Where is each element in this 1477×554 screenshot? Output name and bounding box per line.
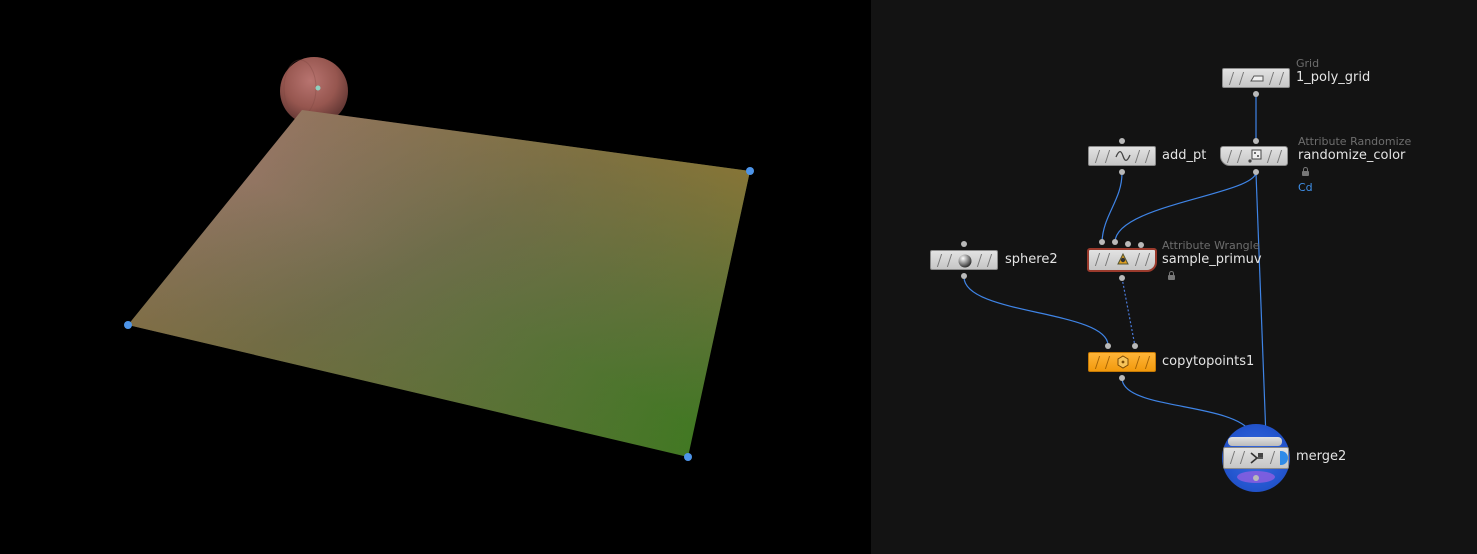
merge-node-name: merge2 bbox=[1296, 449, 1347, 464]
merge-input-bar[interactable] bbox=[1228, 437, 1282, 446]
randomize-attribute-tag: Cd bbox=[1298, 181, 1313, 194]
grid-node-name: 1_poly_grid bbox=[1296, 70, 1371, 85]
input-port[interactable] bbox=[1105, 343, 1111, 349]
input-port[interactable] bbox=[1253, 138, 1259, 144]
lock-icon bbox=[1302, 167, 1309, 176]
input-port[interactable] bbox=[1132, 343, 1138, 349]
add-pt-node[interactable] bbox=[1088, 146, 1156, 166]
copytopoints-node-name: copytopoints1 bbox=[1162, 354, 1255, 369]
scene-viewport[interactable] bbox=[0, 0, 871, 554]
lock-icon bbox=[1168, 271, 1175, 280]
randomize-node-type: Attribute Randomize bbox=[1298, 135, 1412, 148]
wrangle-icon bbox=[1117, 252, 1129, 265]
wrangle-node-type: Attribute Wrangle bbox=[1162, 239, 1260, 252]
sphere-node[interactable] bbox=[930, 250, 998, 270]
input-port[interactable] bbox=[1099, 239, 1105, 245]
grid-plane bbox=[128, 110, 750, 457]
wire-copy-to-merge bbox=[1121, 377, 1252, 433]
viewport-canvas bbox=[124, 57, 754, 461]
output-port[interactable] bbox=[1119, 169, 1125, 175]
dice-icon bbox=[1248, 149, 1262, 163]
wire-wrangle-to-copy bbox=[1121, 277, 1136, 347]
randomize-color-node[interactable] bbox=[1220, 146, 1288, 166]
wire-randomize-to-merge bbox=[1255, 172, 1267, 439]
output-port[interactable] bbox=[961, 273, 967, 279]
add-pt-node-name: add_pt bbox=[1162, 148, 1207, 163]
sphere-node-name: sphere2 bbox=[1005, 252, 1058, 267]
wave-icon bbox=[1115, 150, 1131, 162]
randomize-node-name: randomize_color bbox=[1298, 148, 1406, 163]
grid-node[interactable] bbox=[1222, 68, 1290, 88]
input-port[interactable] bbox=[1125, 241, 1131, 247]
input-port[interactable] bbox=[1119, 138, 1125, 144]
sphere-icon bbox=[958, 254, 972, 268]
copy-points-icon bbox=[1117, 355, 1129, 369]
corner-handle[interactable] bbox=[746, 167, 754, 175]
wrangle-node-name: sample_primuv bbox=[1162, 252, 1262, 267]
merge-icon bbox=[1250, 452, 1263, 464]
input-port[interactable] bbox=[961, 241, 967, 247]
merge-node[interactable] bbox=[1223, 447, 1289, 469]
input-port[interactable] bbox=[1112, 239, 1118, 245]
corner-handle[interactable] bbox=[124, 321, 132, 329]
merge-display-flag[interactable] bbox=[1280, 451, 1288, 465]
output-port[interactable] bbox=[1253, 475, 1259, 481]
copytopoints-node[interactable] bbox=[1088, 352, 1156, 372]
output-port[interactable] bbox=[1253, 91, 1259, 97]
corner-handle[interactable] bbox=[684, 453, 692, 461]
output-port[interactable] bbox=[1119, 275, 1125, 281]
wire-randomize-to-wrangle bbox=[1114, 172, 1257, 243]
output-port[interactable] bbox=[1253, 169, 1259, 175]
wire-sphere-to-copy bbox=[963, 276, 1109, 346]
node-network-editor[interactable]: Grid 1_poly_grid add_pt Attribute Random… bbox=[871, 0, 1477, 554]
grid-icon bbox=[1250, 75, 1264, 82]
grid-node-type: Grid bbox=[1296, 57, 1320, 70]
sample-primuv-node[interactable] bbox=[1087, 248, 1157, 272]
output-port[interactable] bbox=[1119, 375, 1125, 381]
